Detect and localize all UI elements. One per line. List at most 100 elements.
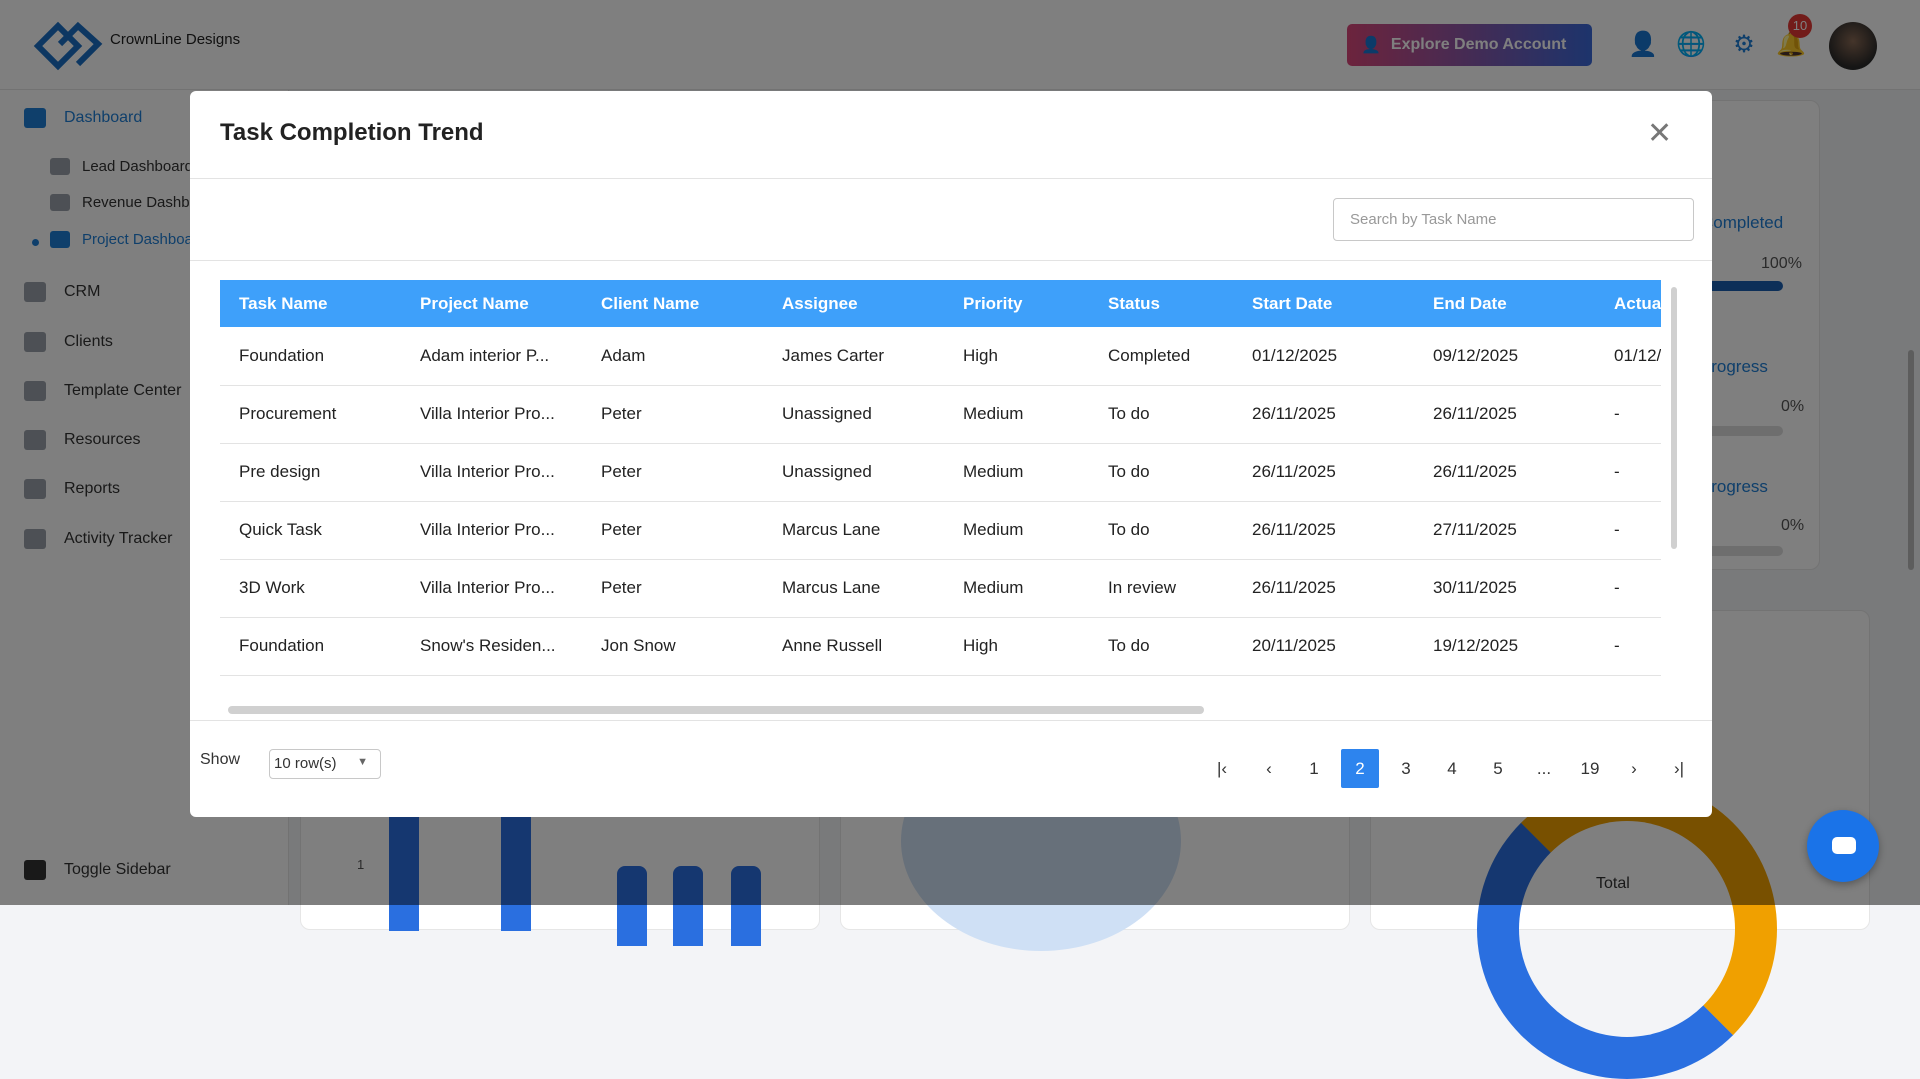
table-row-partial[interactable] <box>220 675 1661 700</box>
column-header[interactable]: Actual <box>1595 280 1661 327</box>
page-button[interactable]: 1 <box>1295 749 1333 788</box>
table-cell: 26/11/2025 <box>1233 443 1414 502</box>
table-cell: Procurement <box>220 385 401 444</box>
page-button[interactable]: 4 <box>1433 749 1471 788</box>
chat-icon <box>1832 837 1856 854</box>
page-button[interactable]: 2 <box>1341 749 1379 788</box>
table-cell: Adam <box>582 327 763 386</box>
table-cell: Snow's Residen... <box>401 617 582 676</box>
table-cell: High <box>944 617 1089 676</box>
horizontal-scrollbar[interactable] <box>228 706 1204 714</box>
column-header[interactable]: End Date <box>1414 280 1595 327</box>
divider <box>190 178 1712 179</box>
page-button[interactable]: 5 <box>1479 749 1517 788</box>
column-header[interactable]: Project Name <box>401 280 582 327</box>
table-row[interactable]: Foundation Snow's Residen... Jon Snow Anne … <box>220 617 1661 676</box>
search-input[interactable] <box>1333 198 1694 241</box>
table-cell: Medium <box>944 559 1089 618</box>
table-cell: High <box>944 327 1089 386</box>
task-completion-modal: Task Completion Trend ✕ Task NameProject… <box>190 91 1712 817</box>
first-page-button[interactable]: |‹ <box>1203 749 1241 788</box>
table-cell: 26/11/2025 <box>1414 385 1595 444</box>
task-table: Task Name Project Name Client Name Assignee… <box>220 280 1661 700</box>
table-cell: 30/11/2025 <box>1414 559 1595 618</box>
rows-per-page-value: 10 row(s) <box>274 755 337 772</box>
table-row[interactable]: Foundation Adam interior P... Adam James Ca… <box>220 327 1661 386</box>
table-cell: Jon Snow <box>582 617 763 676</box>
table-cell: 01/12/2025 <box>1233 327 1414 386</box>
table-cell: Medium <box>944 443 1089 502</box>
table-cell: Quick Task <box>220 501 401 560</box>
column-header[interactable]: Client Name <box>582 280 763 327</box>
vertical-scrollbar[interactable] <box>1671 287 1677 549</box>
table-cell: 27/11/2025 <box>1414 501 1595 560</box>
table-cell: Marcus Lane <box>763 559 944 618</box>
table-cell: Pre design <box>220 443 401 502</box>
table-cell <box>1089 675 1233 700</box>
table-cell: To do <box>1089 385 1233 444</box>
table-cell <box>1595 675 1661 700</box>
table-cell <box>1414 675 1595 700</box>
table-cell: Villa Interior Pro... <box>401 559 582 618</box>
table-cell: Peter <box>582 501 763 560</box>
table-cell: In review <box>1089 559 1233 618</box>
column-header[interactable]: Assignee <box>763 280 944 327</box>
table-cell: 26/11/2025 <box>1233 385 1414 444</box>
table-cell: James Carter <box>763 327 944 386</box>
table-cell: Adam interior P... <box>401 327 582 386</box>
column-header[interactable]: Priority <box>944 280 1089 327</box>
close-icon[interactable]: ✕ <box>1647 119 1672 149</box>
table-cell: - <box>1595 501 1661 560</box>
table-cell: Marcus Lane <box>763 501 944 560</box>
table-cell <box>220 675 401 700</box>
column-header[interactable]: Status <box>1089 280 1233 327</box>
table-row[interactable]: Quick Task Villa Interior Pro... Peter Marc… <box>220 501 1661 560</box>
table-cell: Foundation <box>220 617 401 676</box>
table-cell <box>944 675 1089 700</box>
table-cell: Anne Russell <box>763 617 944 676</box>
table-cell: - <box>1595 617 1661 676</box>
chat-button[interactable] <box>1807 810 1879 882</box>
column-header[interactable]: Task Name <box>220 280 401 327</box>
last-page-button[interactable]: ›| <box>1660 749 1698 788</box>
page-button[interactable]: 3 <box>1387 749 1425 788</box>
rows-per-page-select[interactable]: 10 row(s) ▼ <box>269 749 381 779</box>
table-cell: 09/12/2025 <box>1414 327 1595 386</box>
table-cell: - <box>1595 385 1661 444</box>
table-header-row: Task Name Project Name Client Name Assignee… <box>220 280 1661 327</box>
pagination-ellipsis: ... <box>1536 759 1552 778</box>
table-cell: 19/12/2025 <box>1414 617 1595 676</box>
column-header[interactable]: Start Date <box>1233 280 1414 327</box>
table-cell: - <box>1595 559 1661 618</box>
next-page-button[interactable]: › <box>1615 749 1653 788</box>
table-cell: Unassigned <box>763 385 944 444</box>
divider <box>190 260 1712 261</box>
table-cell: To do <box>1089 617 1233 676</box>
modal-title: Task Completion Trend <box>220 119 484 146</box>
prev-page-button[interactable]: ‹ <box>1250 749 1288 788</box>
table-cell: Peter <box>582 443 763 502</box>
show-label: Show <box>200 751 241 768</box>
table-cell: 26/11/2025 <box>1414 443 1595 502</box>
table-cell: Peter <box>582 385 763 444</box>
table-cell: 01/12/2025 <box>1595 327 1661 386</box>
table-cell: Foundation <box>220 327 401 386</box>
caret-down-icon: ▼ <box>357 756 368 768</box>
table-cell <box>582 675 763 700</box>
table-cell: Villa Interior Pro... <box>401 385 582 444</box>
table-row[interactable]: 3D Work Villa Interior Pro... Peter Marcus … <box>220 559 1661 618</box>
table-row[interactable]: Procurement Villa Interior Pro... Peter Una… <box>220 385 1661 444</box>
task-table-container: Task Name Project Name Client Name Assignee… <box>220 280 1661 700</box>
table-cell <box>1233 675 1414 700</box>
page-button[interactable]: 19 <box>1571 749 1609 788</box>
table-cell: 20/11/2025 <box>1233 617 1414 676</box>
table-cell: Completed <box>1089 327 1233 386</box>
table-cell: Medium <box>944 501 1089 560</box>
table-cell: 3D Work <box>220 559 401 618</box>
table-cell: 26/11/2025 <box>1233 559 1414 618</box>
table-row[interactable]: Pre design Villa Interior Pro... Peter Unas… <box>220 443 1661 502</box>
table-cell: Peter <box>582 559 763 618</box>
table-cell: To do <box>1089 501 1233 560</box>
table-cell: To do <box>1089 443 1233 502</box>
table-cell <box>763 675 944 700</box>
